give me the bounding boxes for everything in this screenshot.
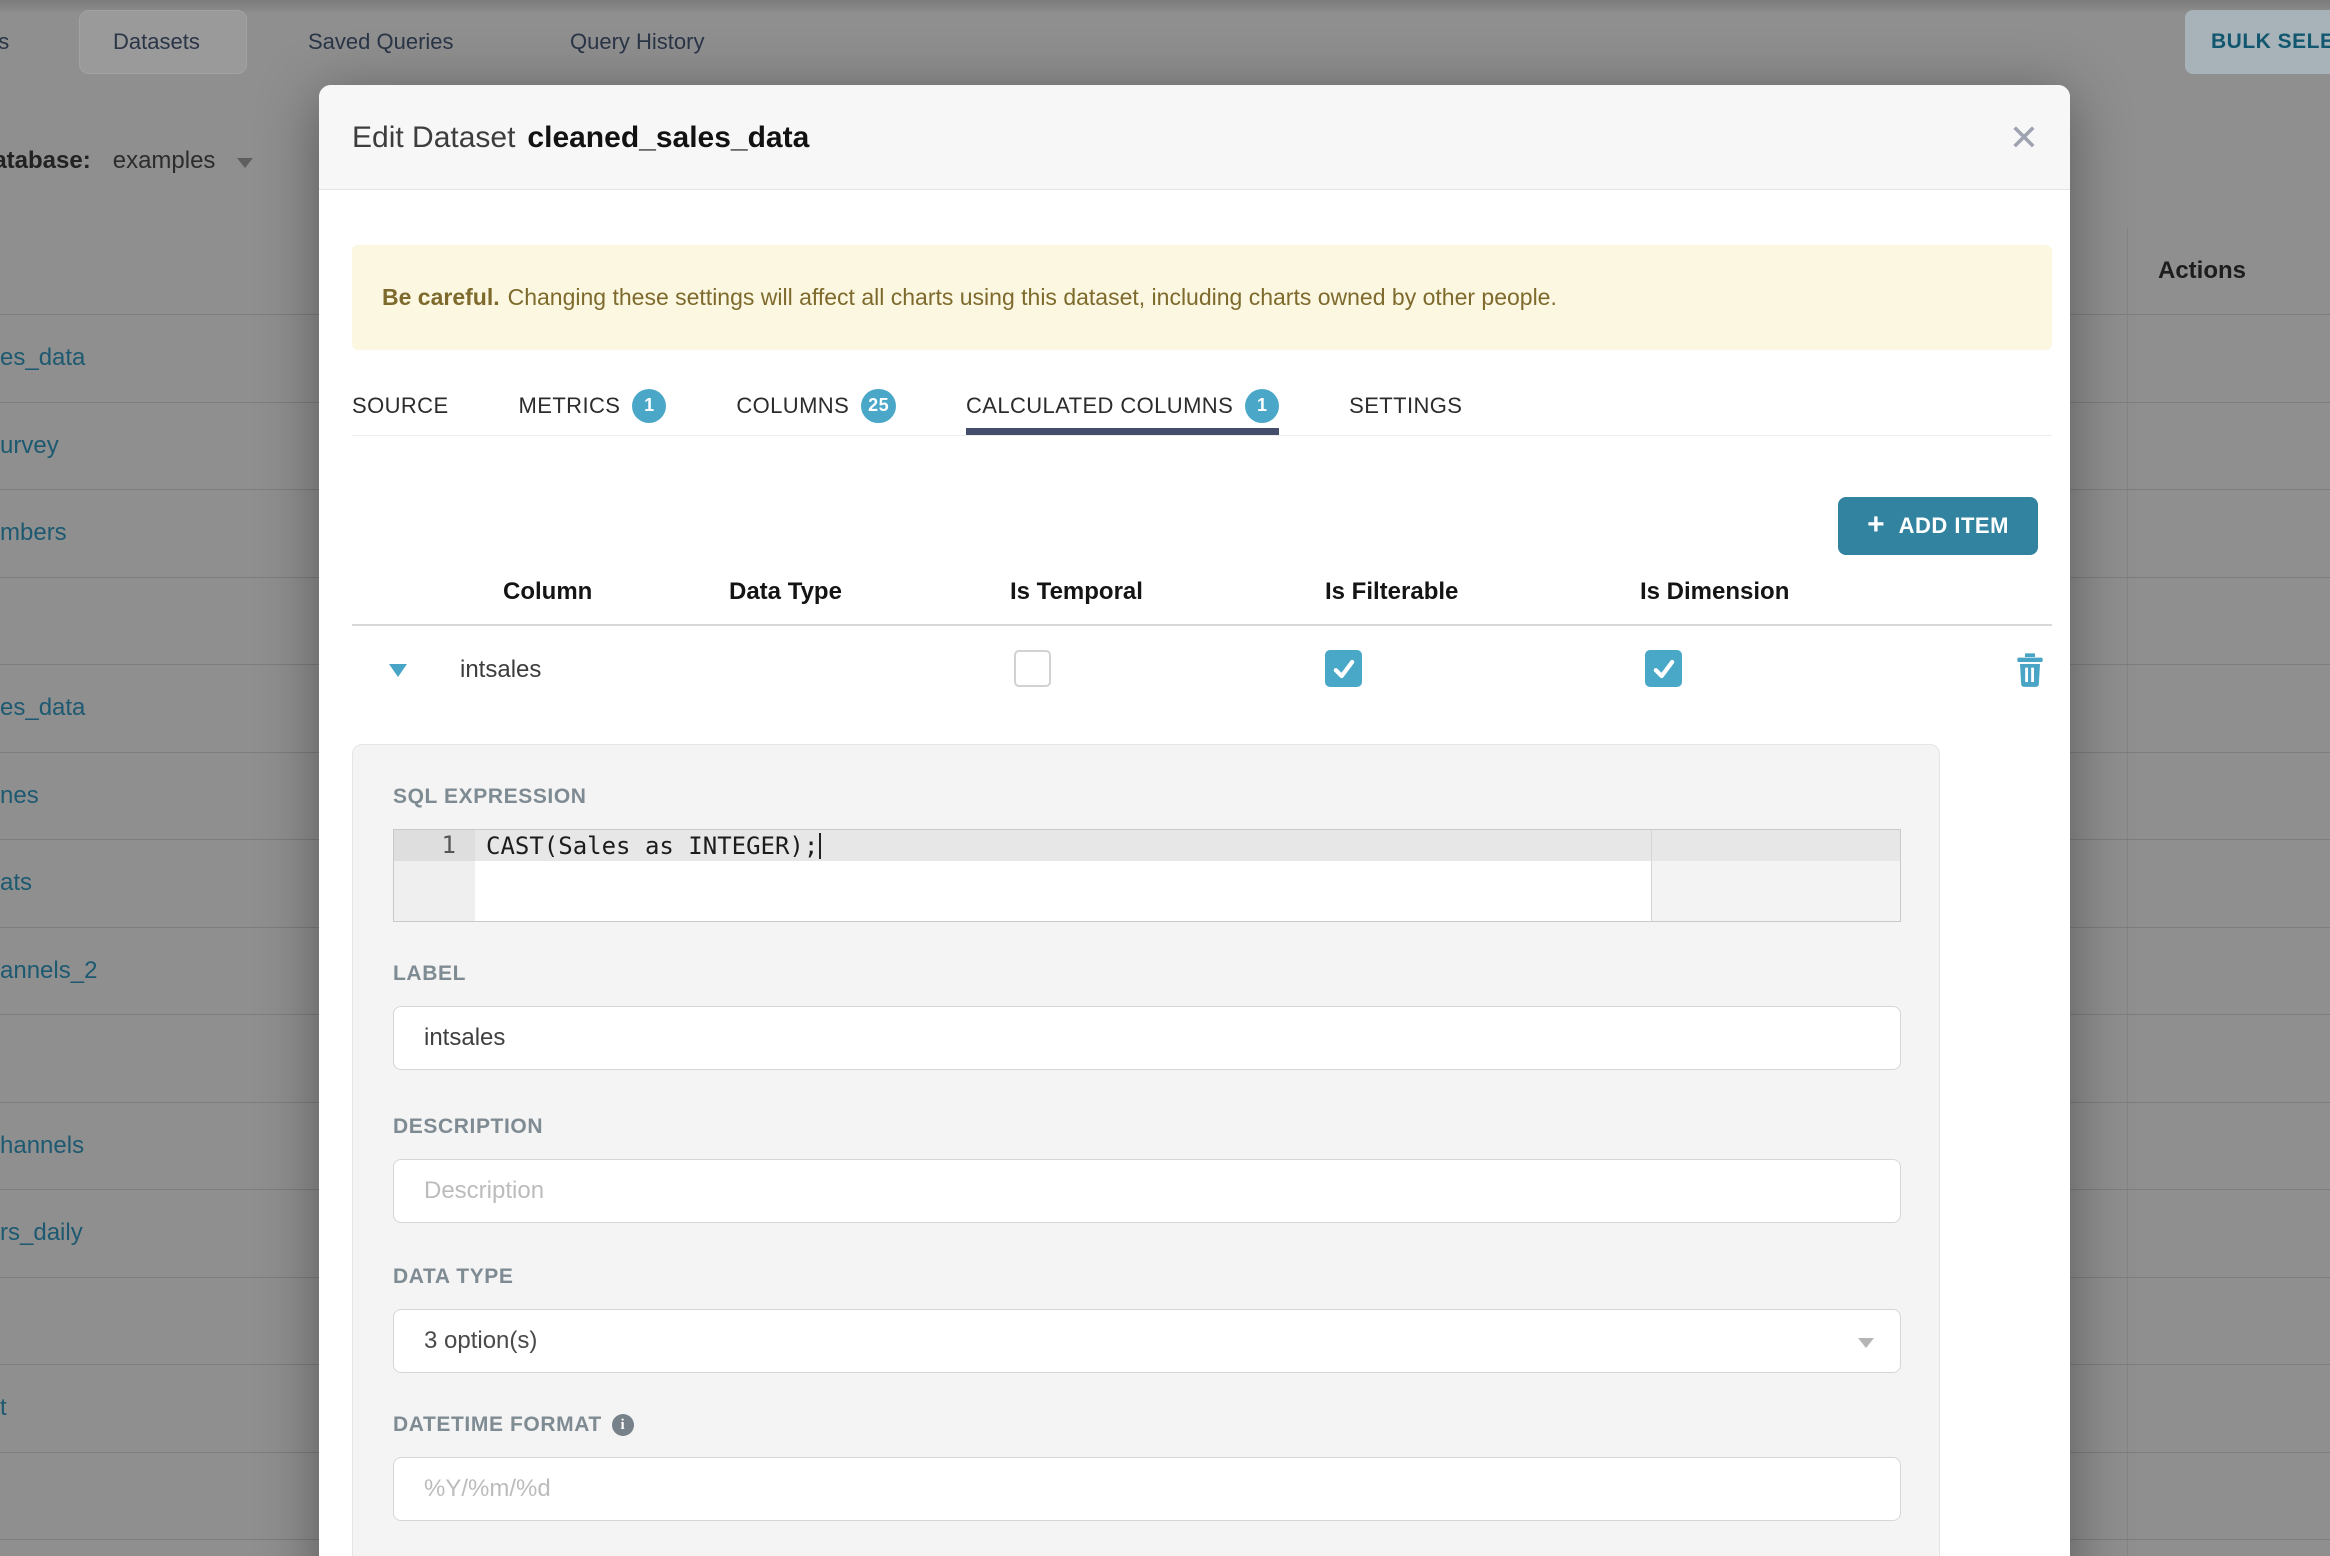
tab-label: CALCULATED COLUMNS — [965, 392, 1234, 418]
editor-line-number: 1 — [441, 831, 456, 859]
tab-label: COLUMNS — [736, 392, 850, 418]
label-input[interactable] — [393, 1006, 1901, 1070]
plus-icon: + — [1867, 507, 1885, 541]
tab-calculated-columns[interactable]: CALCULATED COLUMNS 1 — [965, 376, 1280, 435]
database-filter[interactable]: Database: examples — [0, 146, 254, 176]
header-data-type: Data Type — [729, 578, 842, 605]
check-icon — [1653, 659, 1674, 678]
chevron-down-icon — [1858, 1338, 1874, 1348]
datetime-format-section-label: DATETIME FORMAT i — [393, 1413, 634, 1437]
nav-tab-datasets[interactable]: Datasets — [113, 0, 200, 84]
data-type-section-label: DATA TYPE — [393, 1265, 514, 1288]
dataset-link[interactable]: t — [0, 1394, 7, 1422]
header-is-dimension: Is Dimension — [1640, 578, 1790, 605]
description-section-label: DESCRIPTION — [393, 1115, 544, 1138]
dataset-link[interactable]: es_data — [0, 344, 85, 372]
dataset-link[interactable]: es_data — [0, 694, 85, 722]
bg-actions-header: Actions — [2158, 257, 2247, 284]
sql-code-text: CAST(Sales as INTEGER); — [486, 831, 819, 860]
datetime-format-input[interactable] — [393, 1457, 1901, 1521]
data-type-value: 3 option(s) — [424, 1327, 538, 1354]
calculated-column-row: intsales — [352, 628, 2052, 712]
is-filterable-checkbox[interactable] — [1325, 650, 1362, 687]
text-cursor — [819, 832, 822, 859]
dataset-link[interactable]: rs_daily — [0, 1219, 83, 1247]
editor-margin-area — [1651, 861, 1900, 921]
nav-tab-saved-queries[interactable]: Saved Queries — [308, 0, 454, 84]
row-column-name: intsales — [460, 656, 542, 683]
datetime-format-text: DATETIME FORMAT — [393, 1413, 602, 1436]
dataset-link[interactable]: urvey — [0, 432, 59, 460]
modal-title-prefix: Edit Dataset — [352, 120, 516, 154]
add-item-button[interactable]: + ADD ITEM — [1838, 497, 2038, 555]
sql-expression-code: CAST(Sales as INTEGER); — [486, 830, 822, 861]
warning-banner: Be careful. Changing these settings will… — [352, 245, 2052, 350]
tab-label: SETTINGS — [1349, 392, 1463, 418]
data-type-select[interactable]: 3 option(s) — [393, 1309, 1901, 1373]
database-filter-value: examples — [112, 147, 216, 174]
trash-icon[interactable] — [2010, 650, 2050, 690]
sql-expression-label: SQL EXPRESSION — [393, 785, 587, 808]
warning-banner-bold: Be careful. — [382, 284, 500, 310]
close-icon[interactable]: ✕ — [1999, 113, 2049, 163]
nav-tab-query-history[interactable]: Query History — [570, 0, 704, 84]
tab-metrics[interactable]: METRICS 1 — [519, 376, 667, 435]
nav-tab-fragment[interactable]: es — [0, 0, 9, 84]
header-is-filterable: Is Filterable — [1325, 578, 1459, 605]
tab-columns[interactable]: COLUMNS 25 — [736, 376, 896, 435]
tab-source[interactable]: SOURCE — [352, 376, 449, 435]
dataset-link[interactable]: ats — [0, 869, 32, 897]
dataset-link[interactable]: annels_2 — [0, 957, 97, 985]
check-icon — [1333, 659, 1354, 678]
tab-label: METRICS — [518, 392, 621, 418]
dataset-link[interactable]: nes — [0, 782, 39, 810]
tab-badge: 1 — [632, 388, 667, 423]
tab-badge: 25 — [861, 388, 896, 423]
tab-settings[interactable]: SETTINGS — [1349, 376, 1462, 435]
tab-badge: 1 — [1245, 388, 1280, 423]
modal-dataset-name: cleaned_sales_data — [527, 120, 810, 154]
header-is-temporal: Is Temporal — [1010, 578, 1143, 605]
description-input[interactable] — [393, 1159, 1901, 1223]
header-column: Column — [503, 578, 593, 605]
sql-expression-editor[interactable]: 1 CAST(Sales as INTEGER); — [393, 829, 1901, 922]
label-section-label: LABEL — [393, 962, 466, 985]
column-detail-panel: SQL EXPRESSION 1 CAST(Sales as INTEGER);… — [352, 744, 1940, 1556]
is-temporal-checkbox[interactable] — [1014, 650, 1051, 687]
bulk-select-button[interactable]: BULK SELECT — [2185, 10, 2330, 74]
modal-tab-bar: SOURCE METRICS 1 COLUMNS 25 CALCULATED C… — [352, 376, 2052, 436]
add-item-label: ADD ITEM — [1898, 513, 2009, 538]
dataset-link[interactable]: hannels — [0, 1132, 84, 1160]
editor-print-margin — [1651, 830, 1652, 921]
is-dimension-checkbox[interactable] — [1645, 650, 1682, 687]
chevron-down-icon — [237, 158, 254, 168]
tab-label: SOURCE — [352, 392, 449, 418]
columns-table-header: Column Data Type Is Temporal Is Filterab… — [352, 560, 2052, 626]
app-screen: es Datasets Saved Queries Query History … — [0, 0, 2330, 1556]
dataset-link[interactable]: mbers — [0, 519, 67, 547]
warning-banner-text: Changing these settings will affect all … — [507, 284, 1557, 310]
info-icon[interactable]: i — [611, 1414, 634, 1436]
row-expander-caret-icon[interactable] — [389, 664, 407, 677]
modal-title: Edit Dataset cleaned_sales_data — [352, 85, 809, 190]
edit-dataset-modal: Edit Dataset cleaned_sales_data ✕ Be car… — [319, 85, 2070, 1556]
database-filter-label: Database: — [0, 147, 91, 174]
